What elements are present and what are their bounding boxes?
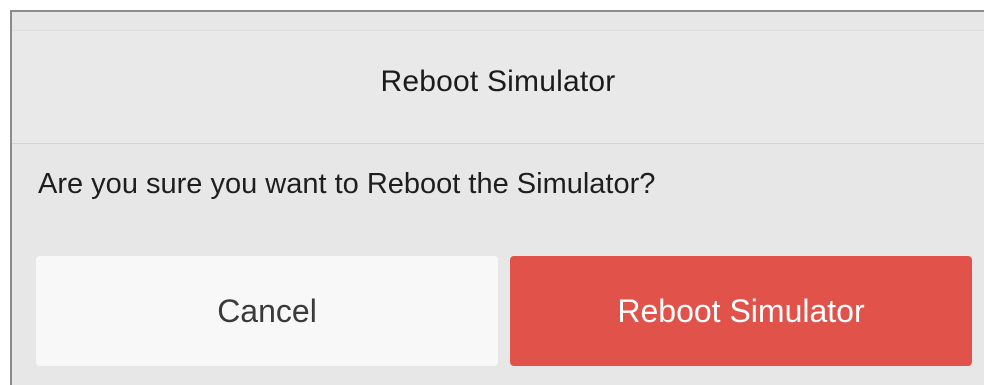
reboot-simulator-button[interactable]: Reboot Simulator [510, 256, 972, 366]
dialog-header: Reboot Simulator [12, 30, 984, 144]
cancel-button-label: Cancel [217, 292, 317, 329]
reboot-dialog: Reboot Simulator Are you sure you want t… [10, 10, 984, 385]
reboot-button-label: Reboot Simulator [617, 292, 865, 329]
cancel-button[interactable]: Cancel [36, 256, 498, 366]
dialog-title: Reboot Simulator [380, 65, 616, 98]
dialog-message: Are you sure you want to Reboot the Simu… [38, 168, 656, 200]
